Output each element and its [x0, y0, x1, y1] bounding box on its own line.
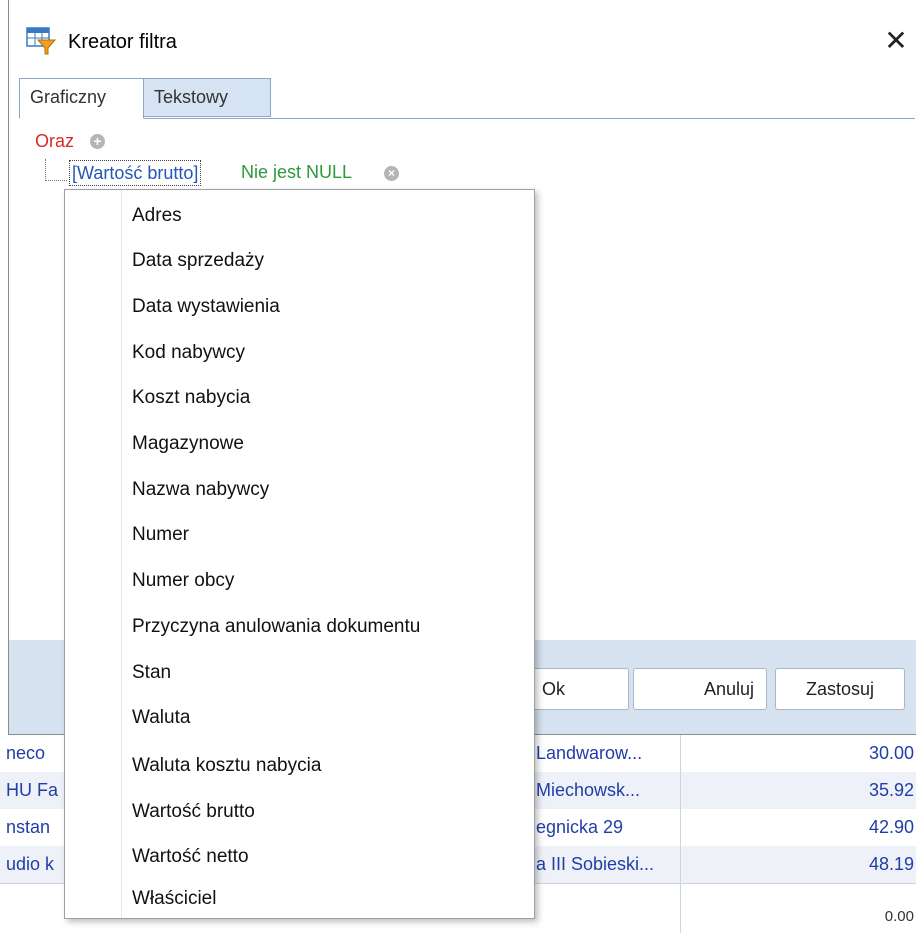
dropdown-item-numer[interactable]: Numer — [65, 512, 534, 558]
grid-column-divider — [680, 735, 681, 933]
dropdown-item-wartosc-brutto[interactable]: Wartość brutto — [65, 789, 534, 835]
grid-cell-address: Miechowsk... — [536, 780, 641, 800]
grid-cell-amount: 48.19 — [868, 854, 914, 874]
dropdown-item-adres[interactable]: Adres — [65, 193, 534, 239]
field-dropdown-list[interactable]: Adres Data sprzedaży Data wystawienia Ko… — [64, 189, 535, 919]
dropdown-item-data-sprzedazy[interactable]: Data sprzedaży — [65, 238, 534, 284]
close-icon[interactable]: ✕ — [876, 22, 916, 62]
dropdown-item-wlasciciel[interactable]: Właściciel — [65, 879, 534, 919]
apply-button[interactable]: Zastosuj — [775, 668, 905, 710]
dropdown-item-waluta[interactable]: Waluta — [65, 695, 534, 741]
grid-cell-amount: 42.90 — [868, 817, 914, 837]
grid-cell-address: Landwarow... — [536, 743, 643, 763]
add-condition-icon[interactable]: + — [90, 134, 105, 149]
group-operator-label[interactable]: Oraz — [35, 131, 74, 152]
dropdown-item-magazynowe[interactable]: Magazynowe — [65, 421, 534, 467]
grid-cell-address: egnicka 29 — [536, 817, 624, 837]
grid-cell-amount: 0.00 — [884, 908, 914, 925]
tree-connector — [45, 180, 67, 181]
dropdown-item-numer-obcy[interactable]: Numer obcy — [65, 558, 534, 604]
tab-textual[interactable]: Tekstowy — [143, 78, 271, 117]
filter-table-icon — [26, 26, 57, 56]
grid-cell-amount: 35.92 — [868, 780, 914, 800]
grid-cell-address: a III Sobieski... — [536, 854, 655, 874]
dropdown-item-koszt-nabycia[interactable]: Koszt nabycia — [65, 375, 534, 421]
dropdown-item-waluta-kosztu-nabycia[interactable]: Waluta kosztu nabycia — [65, 743, 534, 789]
dropdown-item-nazwa-nabywcy[interactable]: Nazwa nabywcy — [65, 467, 534, 513]
dropdown-item-kod-nabywcy[interactable]: Kod nabywcy — [65, 330, 534, 376]
title-bar[interactable]: Kreator filtra ✕ — [9, 0, 916, 78]
tab-graphical[interactable]: Graficzny — [19, 78, 144, 119]
dropdown-item-stan[interactable]: Stan — [65, 650, 534, 696]
remove-condition-icon[interactable]: × — [384, 166, 399, 181]
dropdown-item-data-wystawienia[interactable]: Data wystawienia — [65, 284, 534, 330]
tree-connector — [45, 159, 46, 181]
condition-field[interactable]: [Wartość brutto] — [69, 160, 202, 186]
condition-operator[interactable]: Nie jest NULL — [241, 161, 352, 183]
tab-strip: Graficzny Tekstowy — [19, 78, 915, 119]
window-title: Kreator filtra — [68, 31, 177, 53]
dropdown-item-wartosc-netto[interactable]: Wartość netto — [65, 834, 534, 880]
dropdown-item-przyczyna-anulowania[interactable]: Przyczyna anulowania dokumentu — [65, 604, 534, 650]
grid-cell-amount: 30.00 — [868, 743, 914, 763]
ok-button[interactable]: Ok — [529, 668, 629, 710]
cancel-button[interactable]: Anuluj — [633, 668, 767, 710]
